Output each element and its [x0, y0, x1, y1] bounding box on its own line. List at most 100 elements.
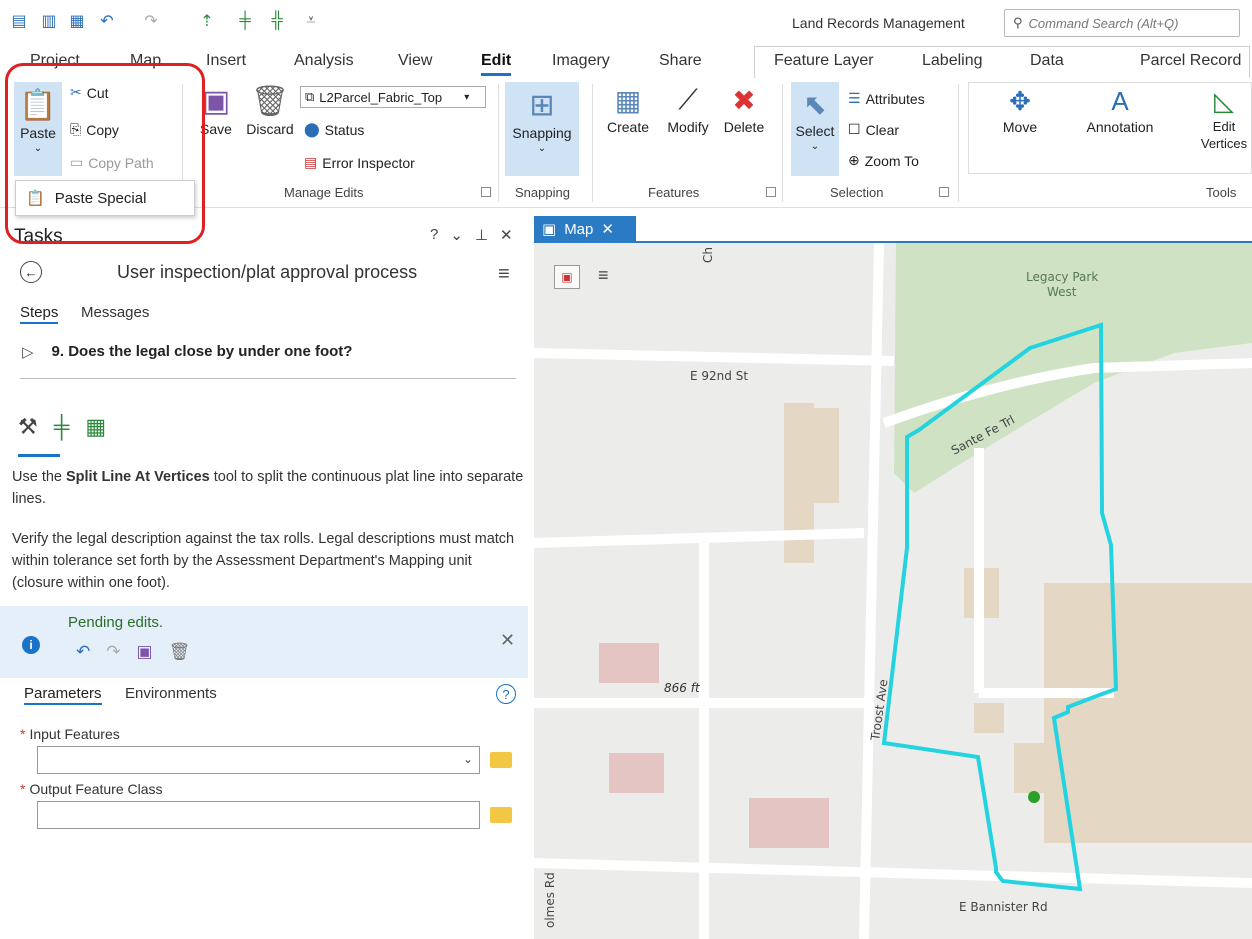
close-icon[interactable]: ✕ — [500, 630, 515, 651]
new-project-icon[interactable]: ▤ — [8, 10, 30, 32]
layer-dropdown[interactable]: ⧉ L2Parcel_Fabric_Top ▾ — [300, 86, 486, 108]
edit-vertices-button[interactable]: ◺ Edit Vertices — [1196, 86, 1252, 151]
menu-icon[interactable]: ≡ — [498, 263, 510, 286]
menu-icon[interactable]: ≡ — [598, 265, 609, 286]
paste-special-menu-item[interactable]: 📋 Paste Special — [15, 180, 195, 216]
pane-options-icon[interactable]: ⌄ — [450, 226, 463, 244]
folder-icon[interactable] — [490, 807, 512, 823]
error-inspector-button[interactable]: ▤ Error Inspector — [304, 154, 415, 171]
folder-icon[interactable] — [490, 752, 512, 768]
output-feature-class-label: * Output Feature Class — [20, 781, 163, 797]
tab-view[interactable]: View — [398, 52, 432, 70]
dialog-launcher-icon[interactable] — [766, 187, 776, 197]
ribbon-tabs: Project Map Insert Analysis View Edit Im… — [0, 46, 1252, 78]
discard-edits-button[interactable]: 🗑 Discard — [244, 84, 296, 137]
zoom-to-icon: ⊕ — [848, 152, 860, 168]
pending-edits-banner: Pending edits. i ↶ ↷ ▣ 🗑 ✕ — [0, 606, 528, 678]
building — [599, 643, 659, 683]
dialog-launcher-icon[interactable] — [481, 187, 491, 197]
open-project-icon[interactable]: ▥ — [38, 10, 60, 32]
tab-edit[interactable]: Edit — [481, 52, 512, 76]
pin-icon[interactable]: ⊥ — [475, 226, 488, 244]
status-button[interactable]: ⬤ Status — [304, 121, 364, 138]
instruction-tool-name: Split Line At Vertices — [66, 469, 210, 485]
redo-icon[interactable]: ↷ — [140, 10, 162, 32]
snapping-icon: ⊞ — [529, 89, 555, 122]
command-search-input[interactable]: ⚲ Command Search (Alt+Q) — [1004, 9, 1240, 37]
delete-label: Delete — [723, 119, 765, 135]
zoom-to-label: Zoom To — [864, 152, 919, 169]
output-feature-class-field[interactable] — [37, 801, 480, 829]
cut-button[interactable]: ✂ Cut — [70, 84, 109, 101]
tab-data[interactable]: Data — [1030, 52, 1064, 70]
tab-labeling[interactable]: Labeling — [922, 52, 983, 70]
create-button[interactable]: ▦ Create — [604, 84, 652, 135]
close-icon[interactable]: ✕ — [601, 220, 614, 238]
annotation-button[interactable]: A Annotation — [1082, 86, 1158, 135]
chevron-down-icon: ▾ — [464, 91, 470, 103]
select-button[interactable]: ⬉ Select ⌄ — [791, 82, 839, 176]
step-item[interactable]: ▷ 9. Does the legal close by under one f… — [22, 343, 352, 361]
chevron-down-icon: ⌄ — [462, 752, 473, 766]
zoom-to-button[interactable]: ⊕ Zoom To — [848, 152, 919, 169]
customize-toolbar-icon[interactable]: ⩡ — [300, 10, 322, 32]
delete-button[interactable]: ✖ Delete — [720, 84, 768, 135]
tab-environments[interactable]: Environments — [125, 685, 217, 702]
tab-messages[interactable]: Messages — [81, 304, 149, 321]
tab-share[interactable]: Share — [659, 52, 702, 70]
tasks-title: Tasks — [14, 226, 63, 247]
divider — [782, 84, 783, 202]
input-features-field[interactable]: ⌄ — [37, 746, 480, 774]
toolbar-icon-a[interactable]: ⇡ — [196, 10, 218, 32]
map-canvas[interactable]: Legacy Park West E 92nd St Sante Fe Trl … — [534, 243, 1252, 939]
step-instruction: Use the Split Line At Vertices tool to s… — [12, 466, 524, 510]
tab-project[interactable]: Project — [30, 52, 80, 70]
modify-button[interactable]: ⟋ Modify — [660, 84, 716, 135]
copy-button[interactable]: ⎘ Copy — [70, 121, 119, 138]
app-title: Land Records Management — [792, 15, 965, 31]
move-button[interactable]: ✥ Move — [1000, 86, 1040, 135]
save-project-icon[interactable]: ▦ — [66, 10, 88, 32]
hammer-icon[interactable]: ⚒ — [18, 414, 38, 440]
tab-map-view[interactable]: ▣ Map ✕ — [534, 216, 636, 242]
help-icon[interactable]: ? — [496, 684, 516, 704]
clear-selection-button[interactable]: ☐ Clear — [848, 121, 899, 138]
tab-analysis[interactable]: Analysis — [294, 52, 354, 70]
back-icon[interactable]: ← — [20, 261, 42, 283]
tab-imagery[interactable]: Imagery — [552, 52, 610, 70]
chevron-down-icon: ⌄ — [537, 143, 547, 154]
snapping-button[interactable]: ⊞ Snapping ⌄ — [505, 82, 579, 176]
help-icon[interactable]: ? — [430, 226, 438, 244]
tab-feature-layer[interactable]: Feature Layer — [774, 52, 874, 70]
divider — [20, 378, 516, 379]
save-edits-icon[interactable]: ▣ — [137, 642, 153, 662]
close-icon[interactable]: ✕ — [500, 226, 513, 244]
map-view[interactable]: Legacy Park West E 92nd St Sante Fe Trl … — [534, 243, 1252, 939]
toolbar-icon-b[interactable]: ╪ — [234, 10, 256, 32]
map-tool-icon[interactable]: ▣ — [554, 265, 580, 289]
tab-parcel-record[interactable]: Parcel Record — [1140, 52, 1241, 70]
toolbar-icon-c[interactable]: ╬ — [266, 10, 288, 32]
tab-steps[interactable]: Steps — [20, 304, 59, 324]
paste-button[interactable]: 📋 Paste ⌄ — [14, 82, 62, 176]
table-icon[interactable]: ▦ — [85, 414, 106, 440]
save-edits-button[interactable]: ▣ Save — [196, 84, 236, 137]
attributes-button[interactable]: ☰ Attributes — [848, 90, 925, 107]
copy-path-button[interactable]: ▭ Copy Path — [70, 154, 154, 171]
tab-insert[interactable]: Insert — [206, 52, 246, 70]
split-line-icon[interactable]: ╪ — [54, 414, 70, 440]
tab-map[interactable]: Map — [130, 52, 161, 70]
dialog-launcher-icon[interactable] — [939, 187, 949, 197]
step-text: 9. Does the legal close by under one foo… — [51, 343, 353, 360]
tasks-pane: Tasks ? ⌄ ⊥ ✕ ← User inspection/plat app… — [0, 216, 528, 939]
undo-icon[interactable]: ↶ — [96, 10, 118, 32]
expand-arrow-icon[interactable]: ▷ — [22, 343, 34, 361]
tab-parameters[interactable]: Parameters — [24, 685, 102, 705]
redo-icon[interactable]: ↷ — [106, 642, 120, 662]
discard-label: Discard — [246, 121, 294, 137]
discard-icon[interactable]: 🗑 — [169, 642, 191, 662]
quick-access-toolbar: ▤ ▥ ▦ ↶ ↷ ⇡ ╪ ╬ ⩡ Land Records Managemen… — [0, 0, 1252, 46]
undo-icon[interactable]: ↶ — [76, 642, 90, 662]
chevron-down-icon: ⌄ — [33, 143, 43, 154]
selection-group-label: Selection — [830, 185, 884, 200]
